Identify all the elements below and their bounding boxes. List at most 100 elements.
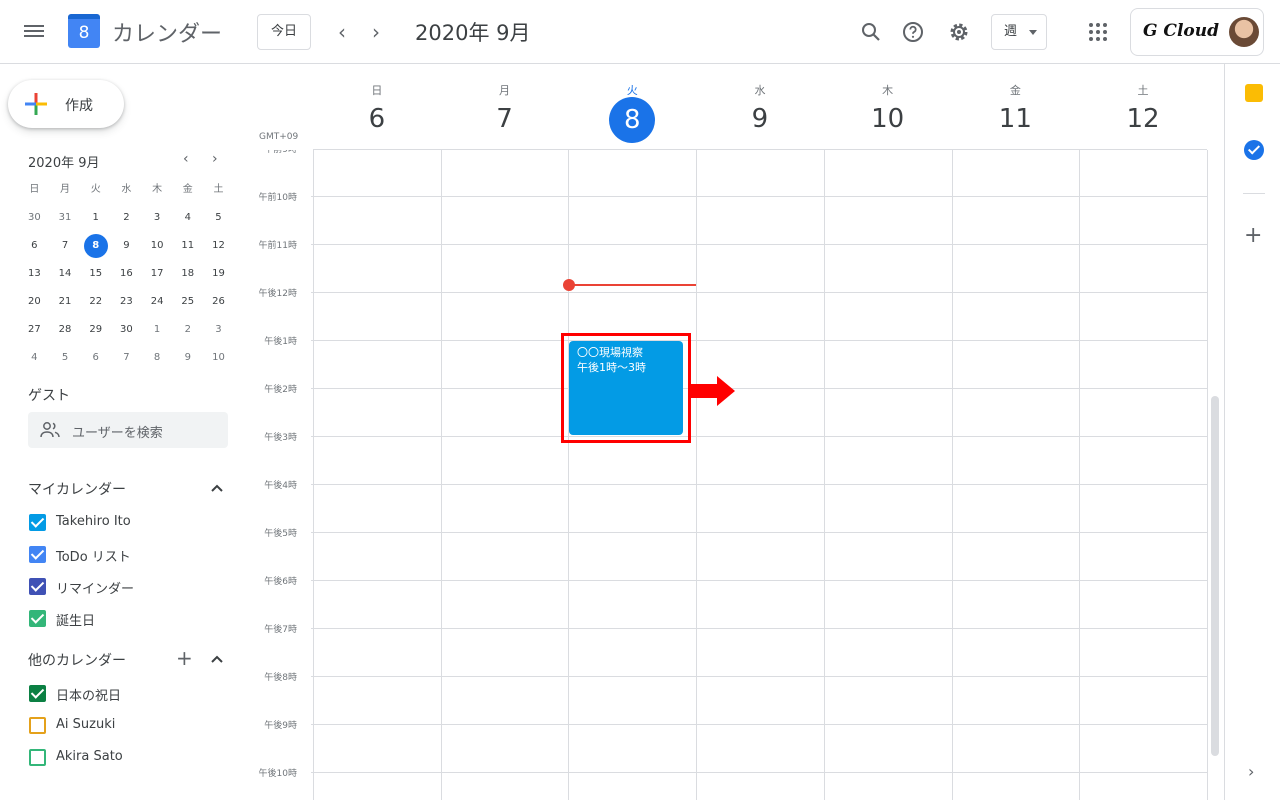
day-number[interactable]: 11 bbox=[952, 104, 1080, 134]
tasks-icon[interactable] bbox=[1244, 140, 1264, 160]
calendar-checkbox[interactable] bbox=[29, 514, 46, 531]
mini-calendar-day[interactable]: 12 bbox=[203, 232, 234, 260]
mini-calendar-day[interactable]: 4 bbox=[19, 344, 50, 372]
mini-calendar-day[interactable]: 7 bbox=[111, 344, 142, 372]
day-number[interactable]: 12 bbox=[1079, 104, 1207, 134]
mini-calendar-day[interactable]: 22 bbox=[80, 288, 111, 316]
mini-calendar-day[interactable]: 30 bbox=[111, 316, 142, 344]
mini-calendar-day[interactable]: 3 bbox=[142, 204, 173, 232]
calendar-item[interactable]: 誕生日 bbox=[28, 607, 228, 631]
mini-calendar-day[interactable]: 5 bbox=[50, 344, 81, 372]
avatar[interactable] bbox=[1229, 17, 1259, 47]
add-calendar-icon[interactable]: + bbox=[176, 648, 193, 668]
day-column-header[interactable]: 日6 bbox=[313, 64, 441, 150]
mini-calendar-day[interactable]: 14 bbox=[50, 260, 81, 288]
mini-calendar-day[interactable]: 6 bbox=[80, 344, 111, 372]
day-number[interactable]: 6 bbox=[313, 104, 441, 134]
mini-calendar-day[interactable]: 16 bbox=[111, 260, 142, 288]
mini-calendar-next-icon[interactable]: › bbox=[212, 151, 218, 167]
mini-calendar-day[interactable]: 28 bbox=[50, 316, 81, 344]
add-addon-icon[interactable]: + bbox=[1244, 225, 1262, 247]
day-number[interactable]: 7 bbox=[441, 104, 569, 134]
mini-calendar-day[interactable]: 9 bbox=[172, 344, 203, 372]
view-select[interactable]: 週 bbox=[991, 14, 1047, 50]
calendar-checkbox[interactable] bbox=[29, 717, 46, 734]
day-number[interactable]: 8 bbox=[568, 97, 696, 143]
mini-calendar-day[interactable]: 18 bbox=[172, 260, 203, 288]
mini-calendar-day[interactable]: 3 bbox=[203, 316, 234, 344]
calendar-item[interactable]: Takehiro Ito bbox=[28, 511, 228, 535]
mini-calendar-day[interactable]: 25 bbox=[172, 288, 203, 316]
time-grid[interactable]: 午前9時 午前10時 午前11時 午後12時 午後1時 午後2時 午後3時 午後4時 午後5時午… bbox=[248, 150, 1208, 800]
chevron-up-icon[interactable] bbox=[210, 483, 224, 493]
mini-calendar-day[interactable]: 19 bbox=[203, 260, 234, 288]
day-column-header[interactable]: 土 12 bbox=[1079, 64, 1207, 150]
day-column-header[interactable]: 金 11 bbox=[952, 64, 1080, 150]
mini-calendar-day[interactable]: 2 bbox=[111, 204, 142, 232]
mini-calendar-day[interactable]: 26 bbox=[203, 288, 234, 316]
calendar-checkbox[interactable] bbox=[29, 749, 46, 766]
guest-search-input[interactable]: ユーザーを検索 bbox=[28, 412, 228, 448]
calendar-item[interactable]: Ai Suzuki bbox=[28, 714, 228, 738]
side-panel: + › bbox=[1224, 64, 1280, 800]
day-column-header[interactable]: 木 10 bbox=[824, 64, 952, 150]
mini-calendar-day[interactable]: 4 bbox=[172, 204, 203, 232]
mini-calendar-day[interactable]: 9 bbox=[111, 232, 142, 260]
create-button[interactable]: 作成 bbox=[8, 80, 124, 128]
mini-calendar-day[interactable]: 21 bbox=[50, 288, 81, 316]
mini-calendar-day[interactable]: 11 bbox=[172, 232, 203, 260]
mini-calendar-prev-icon[interactable]: ‹ bbox=[183, 151, 189, 167]
chevron-up-icon[interactable] bbox=[210, 654, 224, 664]
dropdown-caret-icon bbox=[1029, 30, 1037, 35]
chevron-left-icon[interactable]: ‹ bbox=[338, 20, 346, 44]
mini-calendar-day[interactable]: 7 bbox=[50, 232, 81, 260]
vertical-scrollbar[interactable] bbox=[1211, 396, 1219, 756]
mini-calendar-day[interactable]: 27 bbox=[19, 316, 50, 344]
hour-label: 午後1時 bbox=[264, 337, 297, 347]
mini-calendar-day[interactable]: 1 bbox=[80, 204, 111, 232]
day-column-header[interactable]: 月7 bbox=[441, 64, 569, 150]
mini-calendar-day[interactable]: 17 bbox=[142, 260, 173, 288]
mini-calendar-day[interactable]: 6 bbox=[19, 232, 50, 260]
calendar-name: 日本の祝日 bbox=[56, 689, 122, 704]
day-number[interactable]: 9 bbox=[696, 104, 824, 134]
day-column-header[interactable]: 水9 bbox=[696, 64, 824, 150]
day-column-header[interactable]: 火8 bbox=[568, 64, 696, 150]
expand-panel-chevron-icon[interactable]: › bbox=[1248, 762, 1254, 781]
mini-calendar-day[interactable]: 10 bbox=[203, 344, 234, 372]
keep-icon[interactable] bbox=[1245, 84, 1263, 102]
mini-calendar-day[interactable]: 15 bbox=[80, 260, 111, 288]
side-panel-divider bbox=[1243, 193, 1265, 194]
search-icon[interactable] bbox=[859, 20, 883, 44]
calendar-checkbox[interactable] bbox=[29, 610, 46, 627]
mini-calendar-day[interactable]: 8 bbox=[80, 232, 111, 260]
mini-calendar-day[interactable]: 2 bbox=[172, 316, 203, 344]
chevron-right-icon[interactable]: › bbox=[372, 20, 380, 44]
calendar-item[interactable]: Akira Sato bbox=[28, 746, 228, 770]
mini-calendar-day[interactable]: 31 bbox=[50, 204, 81, 232]
calendar-item[interactable]: 日本の祝日 bbox=[28, 682, 228, 706]
mini-calendar-day[interactable]: 8 bbox=[142, 344, 173, 372]
calendar-checkbox[interactable] bbox=[29, 685, 46, 702]
mini-calendar-day[interactable]: 29 bbox=[80, 316, 111, 344]
mini-calendar-day[interactable]: 20 bbox=[19, 288, 50, 316]
mini-calendar-day[interactable]: 10 bbox=[142, 232, 173, 260]
current-time-line bbox=[570, 284, 696, 286]
calendar-item[interactable]: ToDo リスト bbox=[28, 543, 228, 567]
mini-calendar-day[interactable]: 23 bbox=[111, 288, 142, 316]
calendar-checkbox[interactable] bbox=[29, 578, 46, 595]
main-menu-icon[interactable] bbox=[24, 22, 46, 42]
help-icon[interactable] bbox=[901, 20, 925, 44]
today-button[interactable]: 今日 bbox=[257, 14, 311, 50]
calendar-checkbox[interactable] bbox=[29, 546, 46, 563]
day-number[interactable]: 10 bbox=[824, 104, 952, 134]
mini-calendar-day[interactable]: 1 bbox=[142, 316, 173, 344]
gear-icon[interactable] bbox=[947, 20, 971, 44]
mini-calendar-day[interactable]: 13 bbox=[19, 260, 50, 288]
mini-calendar-day[interactable]: 24 bbox=[142, 288, 173, 316]
mini-calendar-day[interactable]: 5 bbox=[203, 204, 234, 232]
apps-grid-icon[interactable] bbox=[1089, 23, 1107, 41]
mini-calendar-day[interactable]: 30 bbox=[19, 204, 50, 232]
calendar-item[interactable]: リマインダー bbox=[28, 575, 228, 599]
account-switcher[interactable]: G Cloud bbox=[1130, 8, 1264, 56]
